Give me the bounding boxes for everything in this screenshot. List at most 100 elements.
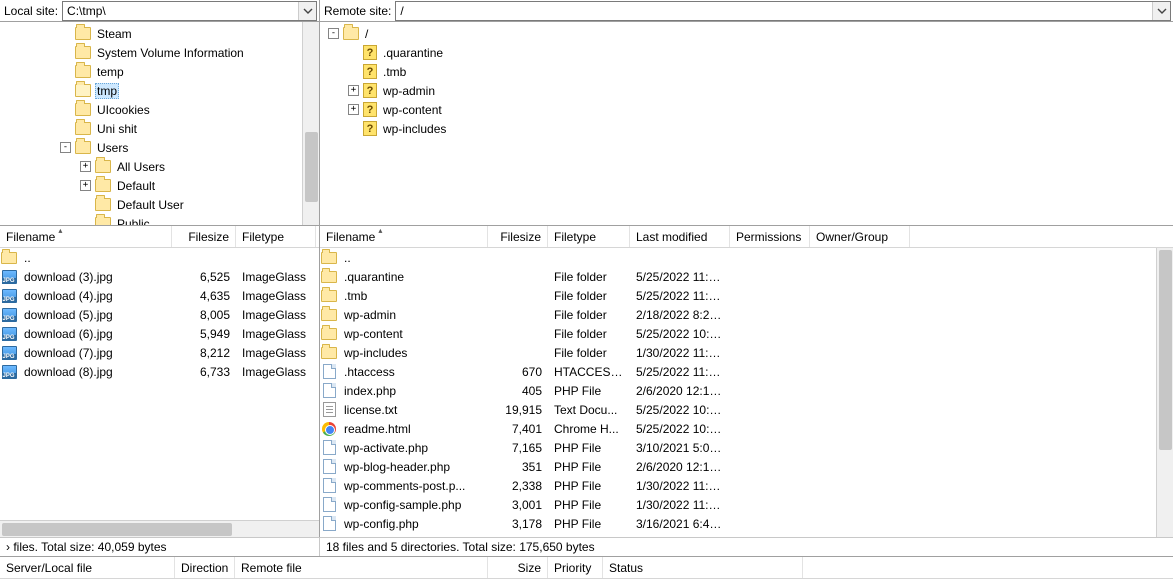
tree-expander[interactable]: - <box>328 28 339 39</box>
tree-expander[interactable]: + <box>80 161 91 172</box>
tree-node[interactable]: +All Users <box>4 157 319 176</box>
tree-node-label: wp-admin <box>381 84 437 98</box>
filename-cell: .tmb <box>338 289 488 303</box>
tree-node[interactable]: +Default <box>4 176 319 195</box>
column-header[interactable]: Remote file <box>235 557 488 578</box>
remote-list-scrollbar[interactable] <box>1156 248 1173 537</box>
scroll-thumb[interactable] <box>2 523 232 536</box>
column-header[interactable]: Owner/Group <box>810 226 910 247</box>
filetype-cell: PHP File <box>548 517 630 531</box>
tree-node[interactable]: +?wp-content <box>324 100 1173 119</box>
file-row[interactable]: readme.html7,401Chrome H...5/25/2022 10:… <box>320 419 1173 438</box>
file-icon <box>323 459 336 474</box>
filename-cell: .. <box>338 251 488 265</box>
file-list-row: Filename▴FilesizeFiletype ..download (3)… <box>0 226 1173 537</box>
file-row[interactable]: wp-config-sample.php3,001PHP File1/30/20… <box>320 495 1173 514</box>
file-row[interactable]: download (7).jpg8,212ImageGlass <box>0 343 319 362</box>
file-row[interactable]: download (5).jpg8,005ImageGlass <box>0 305 319 324</box>
file-row[interactable]: wp-config.php3,178PHP File3/16/2021 6:49… <box>320 514 1173 533</box>
file-row[interactable]: wp-adminFile folder2/18/2022 8:26:... <box>320 305 1173 324</box>
file-row[interactable]: .. <box>0 248 319 267</box>
column-header[interactable]: Filesize <box>172 226 236 247</box>
remote-path-input[interactable] <box>396 2 1152 20</box>
tree-node[interactable]: -/ <box>324 24 1173 43</box>
column-header[interactable]: Filetype <box>236 226 316 247</box>
tree-expander[interactable]: + <box>80 180 91 191</box>
file-row[interactable]: wp-activate.php7,165PHP File3/10/2021 5:… <box>320 438 1173 457</box>
tree-node[interactable]: temp <box>4 62 319 81</box>
file-row[interactable]: .quarantineFile folder5/25/2022 11:0... <box>320 267 1173 286</box>
file-row[interactable]: .htaccess670HTACCESS ...5/25/2022 11:2..… <box>320 362 1173 381</box>
tree-node[interactable]: Uni shit <box>4 119 319 138</box>
modified-cell: 5/25/2022 11:0... <box>630 270 730 284</box>
tree-node[interactable]: UIcookies <box>4 100 319 119</box>
column-header[interactable]: Permissions <box>730 226 810 247</box>
scroll-thumb[interactable] <box>1159 250 1172 450</box>
column-header[interactable]: Filetype <box>548 226 630 247</box>
file-row[interactable]: .. <box>320 248 1173 267</box>
remote-path-combo[interactable] <box>395 1 1171 21</box>
folder-icon <box>75 122 91 135</box>
file-row[interactable]: download (6).jpg5,949ImageGlass <box>0 324 319 343</box>
tree-node[interactable]: ?wp-includes <box>324 119 1173 138</box>
tree-node[interactable]: Public <box>4 214 319 225</box>
file-row[interactable]: wp-blog-header.php351PHP File2/6/2020 12… <box>320 457 1173 476</box>
tree-node[interactable]: System Volume Information <box>4 43 319 62</box>
unknown-folder-icon: ? <box>363 64 377 79</box>
tree-expander[interactable]: + <box>348 104 359 115</box>
jpg-file-icon <box>2 289 17 303</box>
column-header[interactable]: Direction <box>175 557 235 578</box>
filename-cell: wp-config.php <box>338 517 488 531</box>
tree-node[interactable]: -Users <box>4 138 319 157</box>
tree-node[interactable]: tmp <box>4 81 319 100</box>
tree-node-label: Public <box>115 217 152 226</box>
file-row[interactable]: wp-contentFile folder5/25/2022 10:5... <box>320 324 1173 343</box>
local-path-dropdown-button[interactable] <box>298 2 316 20</box>
local-tree-pane[interactable]: SteamSystem Volume InformationtemptmpUIc… <box>0 22 320 225</box>
file-row[interactable]: index.php405PHP File2/6/2020 12:18:... <box>320 381 1173 400</box>
folder-icon <box>321 309 337 321</box>
scroll-thumb[interactable] <box>305 132 318 202</box>
column-header[interactable]: Size <box>488 557 548 578</box>
column-header[interactable]: Filename▴ <box>0 226 172 247</box>
file-row[interactable]: download (3).jpg6,525ImageGlass <box>0 267 319 286</box>
local-horizontal-scrollbar[interactable] <box>0 520 319 537</box>
tree-node[interactable]: +?wp-admin <box>324 81 1173 100</box>
column-header[interactable]: Status <box>603 557 803 578</box>
local-tree-scrollbar[interactable] <box>302 22 319 225</box>
local-file-rows[interactable]: ..download (3).jpg6,525ImageGlassdownloa… <box>0 248 319 520</box>
tree-node-label: / <box>363 27 370 41</box>
remote-file-rows[interactable]: .. .quarantineFile folder5/25/2022 11:0..… <box>320 248 1173 537</box>
remote-path-dropdown-button[interactable] <box>1152 2 1170 20</box>
local-path-input[interactable] <box>63 2 298 20</box>
file-row[interactable]: download (8).jpg6,733ImageGlass <box>0 362 319 381</box>
modified-cell: 5/25/2022 10:5... <box>630 327 730 341</box>
column-header[interactable]: Filename▴ <box>320 226 488 247</box>
file-icon <box>323 497 336 512</box>
remote-site-label: Remote site: <box>320 4 395 18</box>
column-header[interactable]: Filesize <box>488 226 548 247</box>
tree-node[interactable]: Steam <box>4 24 319 43</box>
file-row[interactable]: wp-includesFile folder1/30/2022 11:2... <box>320 343 1173 362</box>
column-header[interactable]: Priority <box>548 557 603 578</box>
file-row[interactable]: wp-comments-post.p...2,338PHP File1/30/2… <box>320 476 1173 495</box>
tree-node[interactable]: ?.quarantine <box>324 43 1173 62</box>
column-header[interactable]: Last modified <box>630 226 730 247</box>
filetype-cell: File folder <box>548 346 630 360</box>
file-row[interactable]: download (4).jpg4,635ImageGlass <box>0 286 319 305</box>
folder-icon <box>321 252 337 264</box>
modified-cell: 5/25/2022 10:4... <box>630 403 730 417</box>
local-path-combo[interactable] <box>62 1 317 21</box>
filename-cell: wp-admin <box>338 308 488 322</box>
tree-node[interactable]: Default User <box>4 195 319 214</box>
file-row[interactable]: license.txt19,915Text Docu...5/25/2022 1… <box>320 400 1173 419</box>
remote-tree-pane[interactable]: -/?.quarantine?.tmb+?wp-admin+?wp-conten… <box>320 22 1173 225</box>
tree-expander[interactable]: - <box>60 142 71 153</box>
tree-expander[interactable]: + <box>348 85 359 96</box>
filesize-cell: 7,165 <box>488 441 548 455</box>
tree-expander <box>60 85 71 96</box>
unknown-folder-icon: ? <box>363 102 377 117</box>
column-header[interactable]: Server/Local file <box>0 557 175 578</box>
file-row[interactable]: .tmbFile folder5/25/2022 11:2... <box>320 286 1173 305</box>
tree-node[interactable]: ?.tmb <box>324 62 1173 81</box>
